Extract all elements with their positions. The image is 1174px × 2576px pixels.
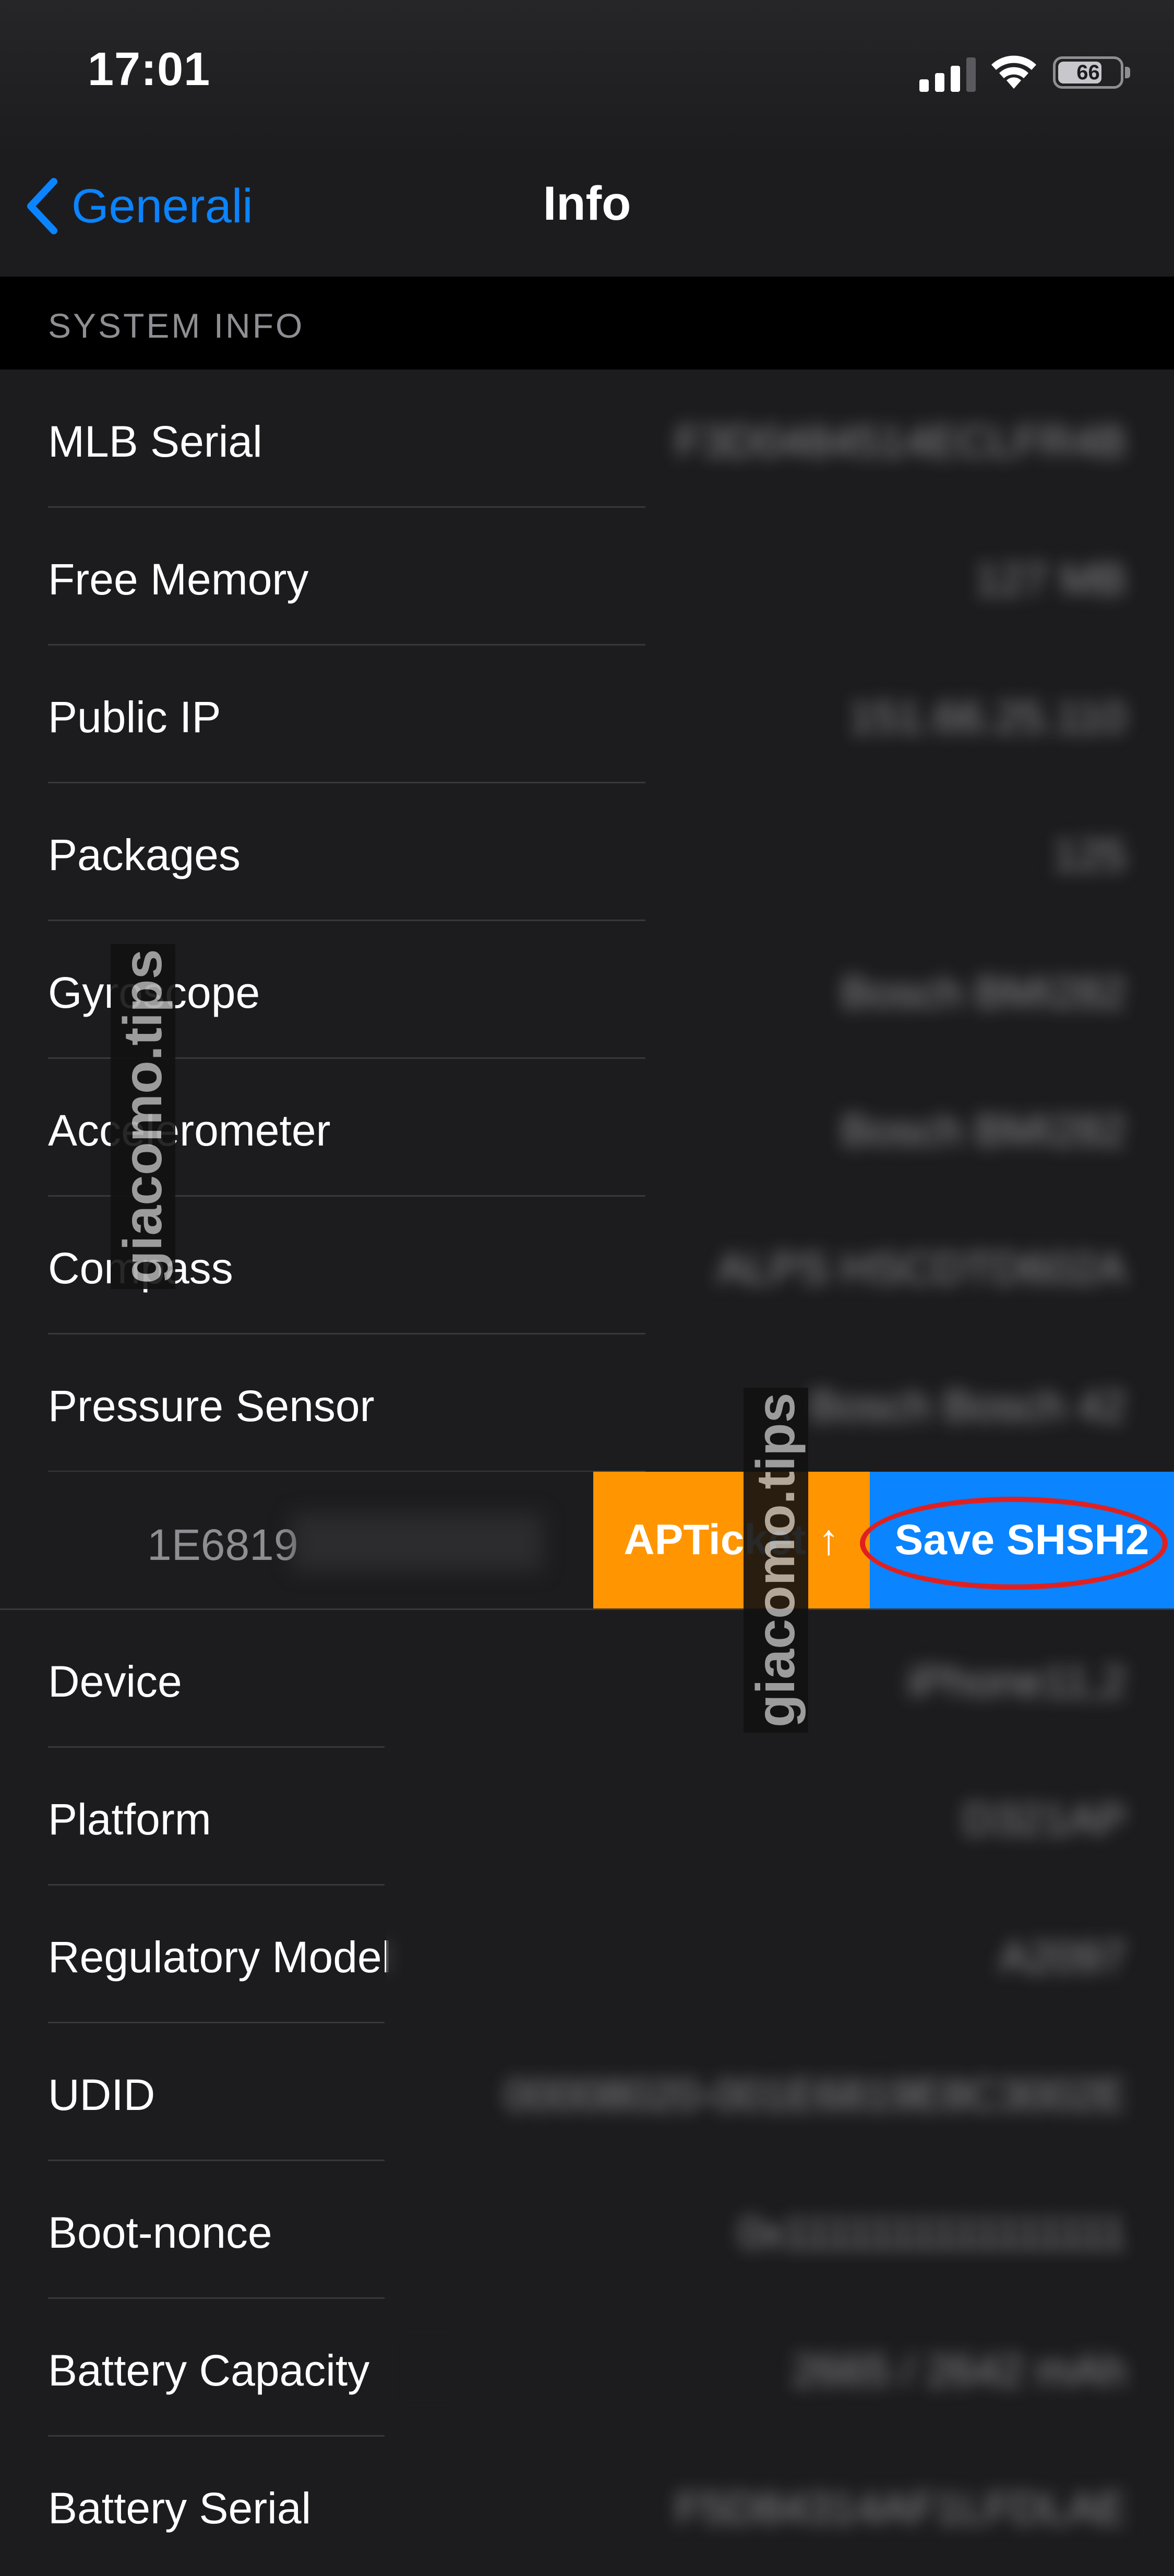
row-value: 2665 / 2642 mAh (792, 2346, 1126, 2395)
list-item-udid[interactable]: UDID 00008020-001E6819E8C3002E (0, 2025, 1174, 2163)
row-label: Battery Capacity (48, 2346, 370, 2395)
list-item-accelerometer[interactable]: Accelerometer Bosch BMI282 (0, 1060, 1174, 1198)
list-item-gyroscope[interactable]: Gyroscope Bosch BMI282 (0, 923, 1174, 1060)
list-item-public-ip[interactable]: Public IP 151.66.25.110 (0, 647, 1174, 785)
battery-tip (1125, 67, 1130, 78)
row-label: Public IP (48, 693, 221, 742)
row-separator (48, 644, 645, 646)
row-label: Device (48, 1657, 182, 1706)
row-separator (48, 506, 645, 508)
row-value: A2097 (999, 1933, 1126, 1982)
row-label: Battery Serial (48, 2484, 312, 2533)
row-separator (48, 2022, 385, 2023)
row-separator (48, 1746, 385, 1748)
row-separator (48, 2160, 385, 2161)
watermark-text: giacomo.tips (111, 944, 175, 1289)
row-value: F5D84314AF1LFDLAE (675, 2484, 1126, 2533)
row-value: 125 (1052, 830, 1126, 879)
row-value: F3D0484514ECLFR4B (675, 417, 1126, 466)
blur-overlay (386, 2322, 464, 2416)
row-separator (48, 1333, 645, 1334)
list-item-packages[interactable]: Packages 125 (0, 785, 1174, 923)
section-header-label: SYSTEM INFO (48, 306, 305, 345)
row-value: D321AP (963, 1795, 1126, 1844)
battery-percentage: 66 (1076, 61, 1100, 84)
row-separator (48, 782, 645, 783)
row-value: 1E6819 (147, 1520, 298, 1569)
watermark-text: giacomo.tips (744, 1387, 808, 1733)
highlight-circle (860, 1497, 1168, 1590)
row-label: Packages (48, 830, 241, 879)
section-header: SYSTEM INFO (0, 277, 1174, 369)
list-item-regulatory-model[interactable]: Regulatory Model A2097 (0, 1887, 1174, 2025)
row-label: Free Memory (48, 555, 309, 604)
list-item-boot-nonce[interactable]: Boot-nonce 0x1111111111111111 (0, 2163, 1174, 2300)
page-title: Info (543, 177, 631, 230)
list-item-mlb-serial[interactable]: MLB Serial F3D0484514ECLFR4B (0, 372, 1174, 509)
row-value: ALPS HSCDTD602A (716, 1244, 1126, 1293)
list-item-pressure-sensor[interactable]: Pressure Sensor Bosch Bosch 42 (0, 1336, 1174, 1474)
list-item-battery-capacity[interactable]: Battery Capacity 2665 / 2642 mAh (0, 2300, 1174, 2438)
row-value: iPhone11,2 (907, 1657, 1126, 1706)
row-value: 127 MB (975, 555, 1127, 604)
battery-icon: 66 (1053, 56, 1123, 89)
list-item-battery-serial[interactable]: Battery Serial F5D84314AF1LFDLAE (0, 2438, 1174, 2576)
wifi-icon (991, 55, 1036, 89)
list-item-free-memory[interactable]: Free Memory 127 MB (0, 509, 1174, 647)
row-separator (48, 2435, 385, 2437)
row-value: 0x1111111111111111 (738, 2208, 1126, 2257)
row-label: UDID (48, 2070, 155, 2119)
row-label: Pressure Sensor (48, 1381, 375, 1430)
status-time: 17:01 (88, 43, 211, 96)
row-separator (48, 1884, 385, 1886)
row-separator (0, 1608, 1174, 1610)
row-value: 151.66.25.110 (849, 693, 1126, 742)
row-label: Accelerometer (48, 1106, 331, 1155)
row-label: Platform (48, 1795, 211, 1844)
list-item-compass[interactable]: Compass ALPS HSCDTD602A (0, 1198, 1174, 1336)
blur-overlay (386, 1910, 464, 2004)
row-value: 00008020-001E6819E8C3002E (504, 2070, 1126, 2119)
row-value: Bosch BMI282 (841, 1106, 1126, 1155)
row-label: Boot-nonce (48, 2208, 272, 2257)
row-label: Regulatory Model (48, 1933, 392, 1982)
cellular-signal-icon (919, 57, 976, 92)
row-label: MLB Serial (48, 417, 262, 466)
row-value: Bosch Bosch 42 (809, 1381, 1126, 1430)
status-bar: 17:01 66 (0, 0, 1174, 157)
list-item-platform[interactable]: Platform D321AP (0, 1749, 1174, 1887)
list-item-device[interactable]: Device iPhone11,2 (0, 1612, 1174, 1749)
row-value: Bosch BMI282 (841, 968, 1126, 1017)
row-separator (48, 2297, 385, 2299)
redacted-value (292, 1513, 543, 1571)
row-separator (48, 920, 645, 921)
apticket-button[interactable]: APTicket ↑ (593, 1472, 870, 1608)
